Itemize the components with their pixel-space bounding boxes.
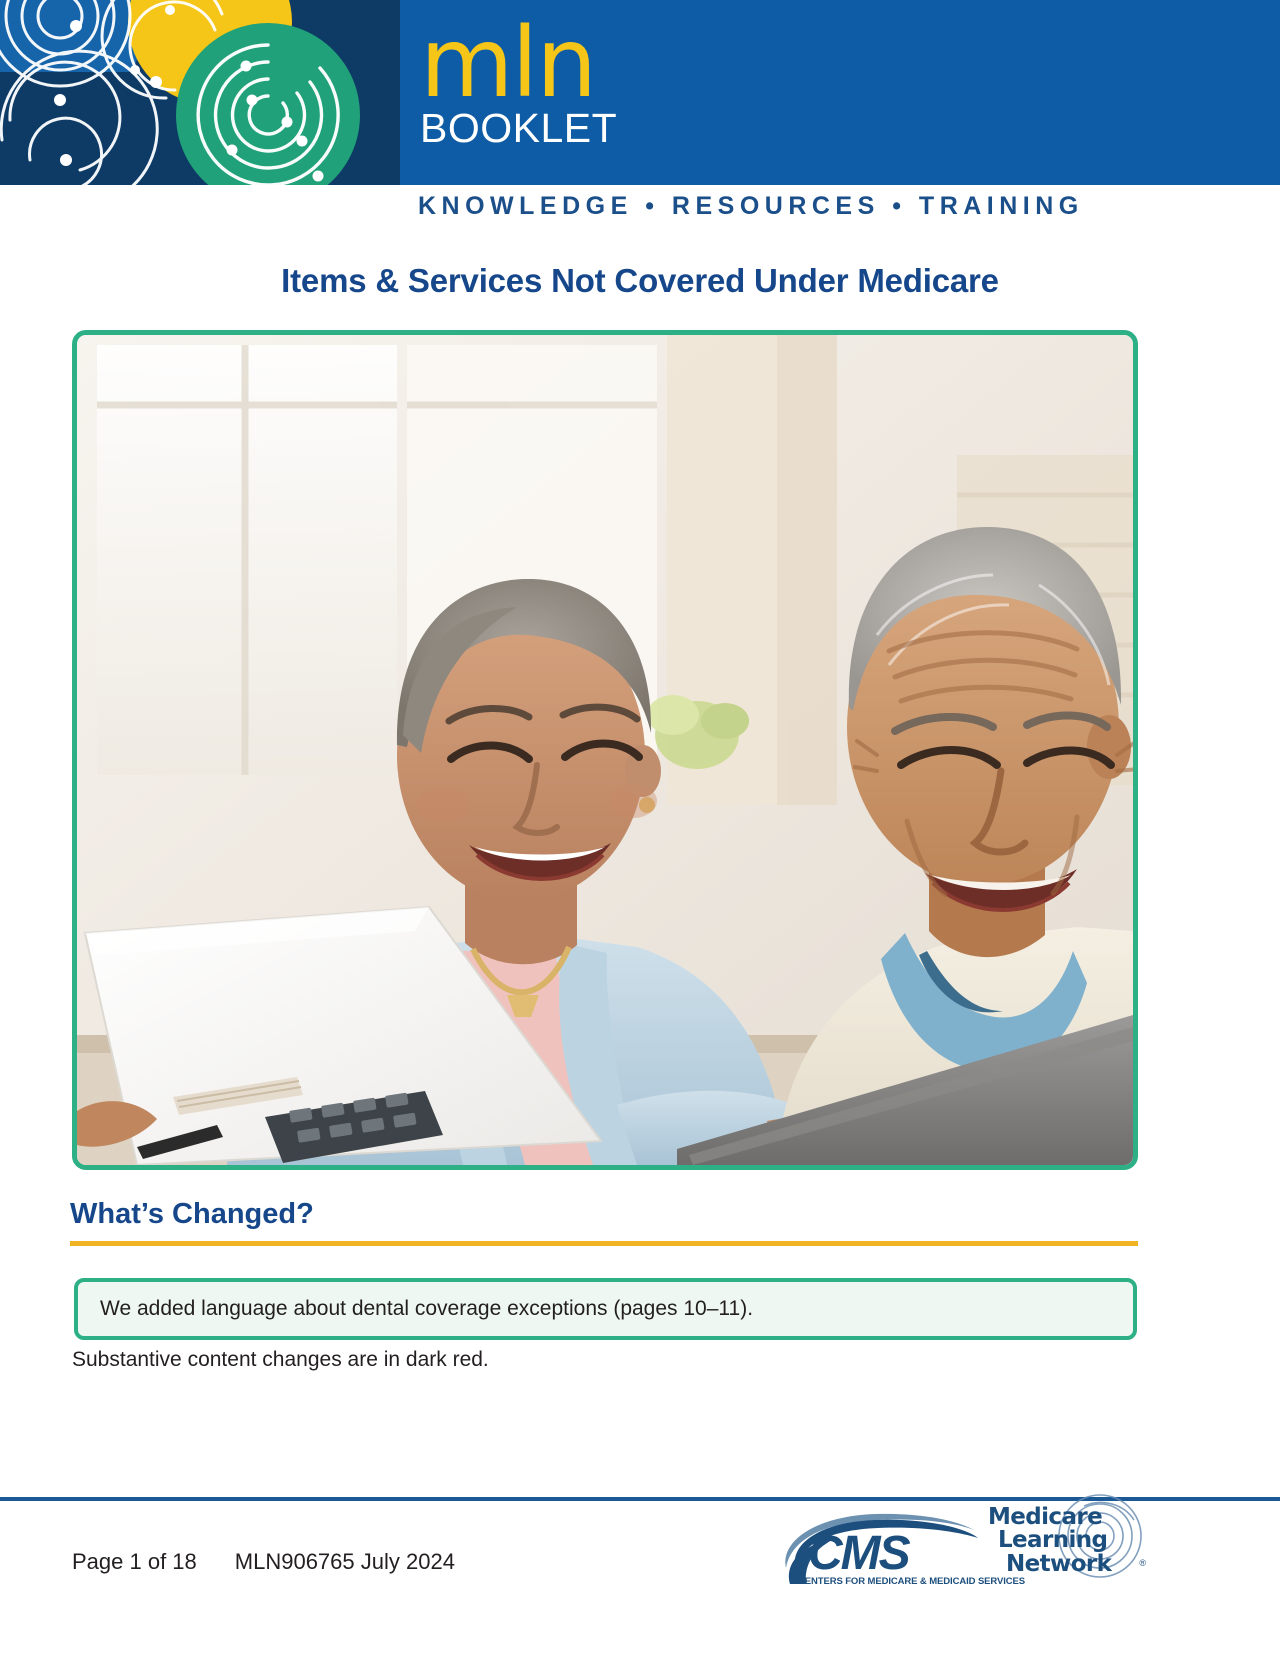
- callout-text: We added language about dental coverage …: [100, 1297, 754, 1320]
- footer-metadata: Page 1 of 18 MLN906765 July 2024: [72, 1549, 455, 1575]
- mln-logo-line-3: Network: [1006, 1550, 1112, 1577]
- decorative-circuit-artwork: [0, 0, 400, 185]
- document-id-label: MLN906765 July 2024: [234, 1549, 455, 1574]
- header-banner: mln BOOKLET: [0, 0, 1280, 185]
- section-divider-rule: [70, 1241, 1138, 1246]
- mln-wordmark: mln: [420, 7, 597, 119]
- substantive-changes-note: Substantive content changes are in dark …: [72, 1348, 489, 1371]
- cms-wordmark: CMS: [808, 1527, 911, 1580]
- tagline-strip: KNOWLEDGE • RESOURCES • TRAINING: [0, 185, 1280, 233]
- whats-changed-callout: We added language about dental coverage …: [74, 1278, 1137, 1340]
- page-number-label: Page 1 of 18: [72, 1549, 197, 1574]
- document-page: mln BOOKLET KNOWLEDGE • RESOURCES • TRAI…: [0, 0, 1280, 1656]
- mln-logo-line-1: Medicare: [988, 1504, 1103, 1530]
- tagline-text: KNOWLEDGE • RESOURCES • TRAINING: [418, 192, 1084, 220]
- hero-image: [72, 330, 1138, 1170]
- cms-logo: CMS CENTERS FOR MEDICARE & MEDICAID SERV…: [770, 1512, 1025, 1592]
- booklet-wordmark: BOOKLET: [420, 105, 618, 152]
- hero-photo: [77, 335, 1133, 1165]
- mln-logo-line-2: Learning: [998, 1527, 1108, 1554]
- mln-booklet-logo: mln BOOKLET: [420, 7, 840, 178]
- section-heading-whats-changed: What’s Changed?: [70, 1198, 314, 1230]
- medicare-learning-network-logo: Medicare Learning Network ®: [988, 1484, 1148, 1584]
- registered-trademark-icon: ®: [1139, 1558, 1146, 1568]
- page-title: Items & Services Not Covered Under Medic…: [281, 262, 999, 299]
